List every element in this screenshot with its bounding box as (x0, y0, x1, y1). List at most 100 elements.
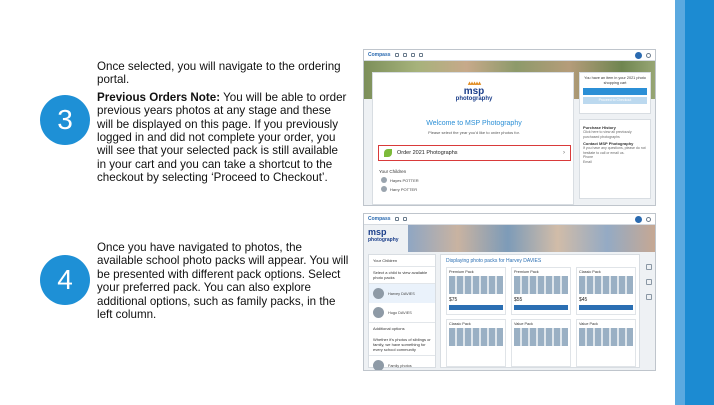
welcome-subtitle: Please select the year you'd like to ord… (428, 130, 520, 135)
settings-icon[interactable] (646, 216, 651, 222)
pack-name: Value Pack (514, 322, 533, 326)
school-photo-banner (408, 225, 655, 252)
cart-text: You have an item in your 2021 photo shop… (584, 76, 646, 85)
pack-preview-image (449, 276, 503, 294)
child-item[interactable]: Harry POTTER (381, 186, 417, 192)
select-pack-button[interactable] (514, 305, 568, 310)
avatar (381, 186, 387, 192)
step-3-note-body: You will be able to order previous years… (97, 90, 347, 185)
pack-preview-image (579, 328, 633, 346)
step-3-note: Previous Orders Note: You will be able t… (97, 91, 347, 185)
family-icon (373, 360, 384, 370)
right-icon-rail (643, 254, 655, 368)
avatar (373, 307, 384, 318)
user-avatar-icon[interactable] (635, 215, 642, 223)
chevron-right-icon: › (563, 150, 565, 156)
home-icon[interactable] (394, 53, 399, 57)
help-icon[interactable] (646, 294, 652, 300)
pack-card[interactable]: Value Pack (576, 319, 636, 367)
child-name: Hugo DAVIES (388, 310, 412, 315)
pack-preview-image (579, 276, 633, 294)
child-item[interactable]: Harvey DAVIES (369, 284, 435, 303)
family-photos-label: Family photos (388, 363, 412, 368)
people-icon[interactable] (402, 217, 407, 221)
cart-box: You have an item in your 2021 photo shop… (579, 72, 651, 114)
welcome-card: ▴▴▴▴▴ msp photography Welcome to MSP Pho… (372, 72, 574, 205)
home-icon[interactable] (394, 217, 399, 221)
logo-text-msp: msp (463, 86, 485, 97)
screenshot-photo-packs: Compass msp photography Your Children Se… (363, 213, 656, 371)
screenshot-welcome-page: Compass ▴▴▴▴▴ msp photography Welcome to… (363, 49, 656, 206)
step-4-badge: 4 (40, 255, 90, 305)
app-brand[interactable]: Compass (368, 52, 391, 58)
cart-icon[interactable] (646, 264, 652, 270)
pack-card[interactable]: Value Pack (511, 319, 571, 367)
step-3-number: 3 (57, 104, 73, 135)
pack-preview-image (449, 328, 503, 346)
pack-price: $55 (514, 297, 523, 303)
edit-icon[interactable] (410, 53, 415, 57)
avatar (373, 288, 384, 299)
order-year-row[interactable]: Order 2021 Photographs › (378, 145, 571, 161)
app-topbar: Compass (364, 50, 655, 61)
proceed-to-checkout-button[interactable]: Proceed to Checkout (583, 97, 647, 104)
pack-preview-image (514, 328, 568, 346)
calendar-icon[interactable] (402, 53, 407, 57)
pack-price: $75 (449, 297, 458, 303)
family-photos-option[interactable]: Family photos (369, 356, 435, 370)
pack-grid: Premium Pack $75 Premium Pack $55 Classi… (446, 267, 636, 367)
slide-accent-bar (685, 0, 714, 405)
child-item[interactable]: Hayes POTTER (381, 177, 419, 183)
right-panel: You have an item in your 2021 photo shop… (579, 72, 651, 205)
contact-email-label: Email (583, 159, 592, 164)
children-heading: Your Children (379, 169, 407, 174)
slide: 3 Once selected, you will navigate to th… (0, 0, 714, 405)
step-3-badge: 3 (40, 95, 90, 145)
leaf-icon (384, 149, 392, 157)
pack-name: Classic Pack (579, 270, 601, 274)
people-icon[interactable] (418, 53, 423, 57)
pack-name: Value Pack (579, 322, 598, 326)
pack-name: Classic Pack (449, 322, 471, 326)
view-cart-button[interactable] (583, 88, 647, 95)
children-instructions: Select a child to view available photo p… (369, 267, 435, 284)
step-3-note-heading: Previous Orders Note: (97, 90, 221, 104)
purchase-history-text: Click here to view all previously purcha… (583, 130, 632, 139)
pack-name: Premium Pack (449, 270, 474, 274)
app-topbar: Compass (364, 214, 655, 225)
pack-preview-image (514, 276, 568, 294)
info-box: Purchase History Click here to view all … (579, 119, 651, 199)
pack-card[interactable]: Classic Pack $45 (576, 267, 636, 315)
step-4-number: 4 (57, 264, 73, 295)
pack-card[interactable]: Premium Pack $55 (511, 267, 571, 315)
contact-text: If you have any questions, please do not… (583, 146, 646, 155)
user-avatar-icon[interactable] (635, 51, 642, 59)
step-3-intro: Once selected, you will navigate to the … (97, 60, 341, 87)
additional-options-heading: Additional options (369, 322, 435, 334)
app-brand[interactable]: Compass (368, 216, 391, 222)
settings-icon[interactable] (646, 52, 651, 58)
avatar (381, 177, 387, 183)
photo-packs-panel: Displaying photo packs for Harvey DAVIES… (440, 254, 640, 368)
logo-text-photography: photography (455, 96, 493, 102)
msp-logo: ▴▴▴▴▴ msp photography (439, 79, 509, 105)
pack-card[interactable]: Classic Pack (446, 319, 506, 367)
left-column: Your Children Select a child to view ava… (368, 254, 436, 370)
step-3-text: Once selected, you will navigate to the … (97, 60, 347, 189)
child-name: Harry POTTER (390, 186, 418, 192)
children-heading: Your Children (369, 255, 435, 267)
step-4-body: Once you have navigated to photos, the a… (97, 241, 349, 322)
packs-title: Displaying photo packs for Harvey DAVIES (446, 258, 542, 264)
select-pack-button[interactable] (579, 305, 633, 310)
history-icon[interactable] (646, 279, 652, 285)
pack-price: $45 (579, 297, 588, 303)
select-pack-button[interactable] (449, 305, 503, 310)
step-4-text: Once you have navigated to photos, the a… (97, 241, 349, 321)
pack-card[interactable]: Premium Pack $75 (446, 267, 506, 315)
slide-accent-stripe (675, 0, 685, 405)
welcome-title: Welcome to MSP Photography (426, 120, 522, 127)
logo-text-photography: photography (368, 237, 399, 243)
child-item[interactable]: Hugo DAVIES (369, 303, 435, 322)
additional-options-text: Whether it's photos of siblings or famil… (369, 334, 435, 356)
msp-logo: msp photography (368, 228, 399, 244)
